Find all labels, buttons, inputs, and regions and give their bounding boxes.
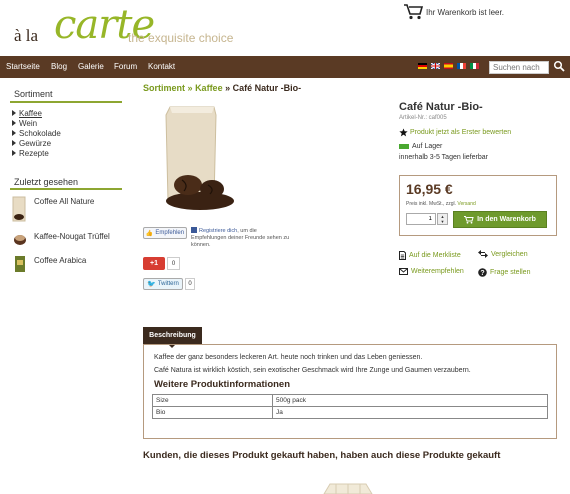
nav-forum[interactable]: Forum (114, 62, 137, 71)
breadcrumb-current: Café Natur -Bio- (232, 83, 302, 93)
quantity-input[interactable] (406, 213, 436, 225)
facebook-like-label: Empfehlen (155, 230, 185, 236)
facebook-social-text: Registriere dich, um die Empfehlungen de… (191, 227, 291, 249)
twitter-count: 0 (185, 278, 195, 290)
spec-table: Size 500g pack Bio Ja (152, 394, 548, 419)
flag-italian-icon[interactable] (470, 63, 479, 69)
spec-key: Size (152, 394, 273, 407)
flag-english-icon[interactable] (431, 63, 440, 69)
stock-label: Auf Lager (412, 143, 443, 150)
sidebar-divider (10, 101, 122, 103)
wishlist-label: Auf die Merkliste (409, 252, 461, 259)
coffee-arabica-thumbnail[interactable] (13, 255, 27, 273)
truffle-thumbnail[interactable] (13, 232, 27, 246)
cart-icon (464, 215, 474, 224)
breadcrumb-separator: » (187, 83, 193, 93)
breadcrumb-separator: » (225, 83, 231, 93)
facebook-like-button[interactable]: 👍 Empfehlen (143, 227, 187, 239)
sidebar-item-rezepte[interactable]: Rezepte (12, 149, 49, 158)
sidebar-item-kaffee[interactable]: Kaffee (12, 109, 42, 118)
add-to-cart-button[interactable]: In den Warenkorb (453, 211, 547, 228)
document-icon (399, 251, 406, 260)
cart-widget[interactable]: Ihr Warenkorb ist leer. (404, 4, 504, 20)
stock-status: Auf Lager (399, 143, 442, 150)
recent-item-kaffee-nougat-trueffel[interactable]: Kaffee-Nougat Trüffel (34, 232, 110, 241)
twitter-label: Twittern (157, 281, 179, 287)
rate-product-link[interactable]: Produkt jetzt als Erster bewerten (399, 128, 511, 137)
breadcrumb-category[interactable]: Kaffee (195, 83, 223, 93)
breadcrumb-root[interactable]: Sortiment (143, 83, 185, 93)
shipping-link[interactable]: Versand (457, 201, 475, 207)
sidebar-item-gewuerze[interactable]: Gewürze (12, 139, 51, 148)
flag-spanish-icon[interactable] (444, 63, 453, 69)
ask-question-link[interactable]: ? Frage stellen (478, 268, 530, 277)
recommend-link[interactable]: Weiterempfehlen (399, 268, 464, 275)
facebook-register-link[interactable]: Registriere dich (199, 228, 237, 234)
vat-note: Preis inkl. MwSt., zzgl. Versand (406, 201, 476, 207)
delivery-time: innerhalb 3-5 Tagen lieferbar (399, 154, 488, 161)
logo-prefix: à la (14, 26, 39, 45)
more-info-heading: Weitere Produktinformationen (154, 379, 291, 390)
question-icon: ? (478, 268, 487, 277)
google-plus-count: 0 (167, 257, 180, 270)
breadcrumb: Sortiment » Kaffee » Café Natur -Bio- (143, 83, 301, 93)
spec-key: Bio (152, 406, 273, 419)
compare-arrows-icon (478, 250, 488, 258)
chocolate-product-image[interactable] (320, 482, 376, 494)
quantity-stepper[interactable]: ▲ ▼ (437, 213, 448, 225)
nav-galerie[interactable]: Galerie (78, 62, 104, 71)
product-image[interactable] (160, 103, 236, 213)
flag-german-icon[interactable] (418, 63, 427, 69)
sidebar-item-schokolade[interactable]: Schokolade (12, 129, 61, 138)
table-row: Bio Ja (152, 406, 548, 419)
twitter-bird-icon: 🐦 (147, 281, 156, 288)
coffee-bag-thumbnail[interactable] (12, 196, 26, 222)
vat-text: Preis inkl. MwSt., zzgl. (406, 201, 457, 207)
description-line: Café Natura ist wirklich köstich, sein e… (154, 367, 471, 374)
tab-description[interactable]: Beschreibung (143, 327, 202, 344)
envelope-icon (399, 268, 408, 275)
google-plus-label: +1 (150, 260, 158, 267)
recent-item-coffee-all-nature[interactable]: Coffee All Nature (34, 197, 94, 206)
product-sku: Artikel-Nr.: caf005 (399, 115, 447, 121)
stepper-down-icon[interactable]: ▼ (438, 219, 447, 224)
nav-blog[interactable]: Blog (51, 62, 67, 71)
rate-product-label: Produkt jetzt als Erster bewerten (410, 129, 512, 136)
ask-question-label: Frage stellen (490, 269, 531, 276)
star-icon (399, 128, 408, 137)
compare-link[interactable]: Vergleichen (478, 250, 528, 258)
thumbs-up-icon: 👍 (145, 230, 154, 237)
sidebar-item-wein[interactable]: Wein (12, 119, 37, 128)
recommend-label: Weiterempfehlen (411, 268, 464, 275)
shopping-cart-icon (404, 4, 424, 20)
search-icon[interactable] (553, 60, 565, 72)
tagline: the exquisite choice (128, 31, 234, 45)
sidebar-assortment-title: Sortiment (14, 89, 53, 99)
sidebar-divider (10, 188, 122, 190)
product-title: Café Natur -Bio- (399, 101, 483, 113)
table-row: Size 500g pack (152, 394, 548, 407)
stock-indicator-icon (399, 144, 409, 149)
spec-value: Ja (272, 406, 548, 419)
wishlist-link[interactable]: Auf die Merkliste (399, 251, 461, 260)
description-line: Kaffee der ganz besonders leckeren Art. … (154, 354, 423, 361)
compare-label: Vergleichen (491, 250, 528, 258)
also-bought-heading: Kunden, die dieses Produkt gekauft haben… (143, 450, 501, 461)
product-price: 16,95 € (406, 181, 453, 197)
google-plus-button[interactable]: +1 (143, 257, 165, 270)
nav-startseite[interactable]: Startseite (6, 62, 40, 71)
facebook-icon (191, 227, 197, 233)
spec-value: 500g pack (272, 394, 548, 407)
search-input[interactable] (489, 61, 549, 74)
svg-text:?: ? (480, 270, 484, 277)
recent-item-coffee-arabica[interactable]: Coffee Arabica (34, 256, 86, 265)
flag-french-icon[interactable] (457, 63, 466, 69)
sidebar-recent-title: Zuletzt gesehen (14, 177, 79, 187)
nav-kontakt[interactable]: Kontakt (148, 62, 175, 71)
cart-status: Ihr Warenkorb ist leer. (426, 7, 504, 17)
add-to-cart-label: In den Warenkorb (477, 216, 536, 223)
twitter-button[interactable]: 🐦 Twittern (143, 278, 183, 290)
